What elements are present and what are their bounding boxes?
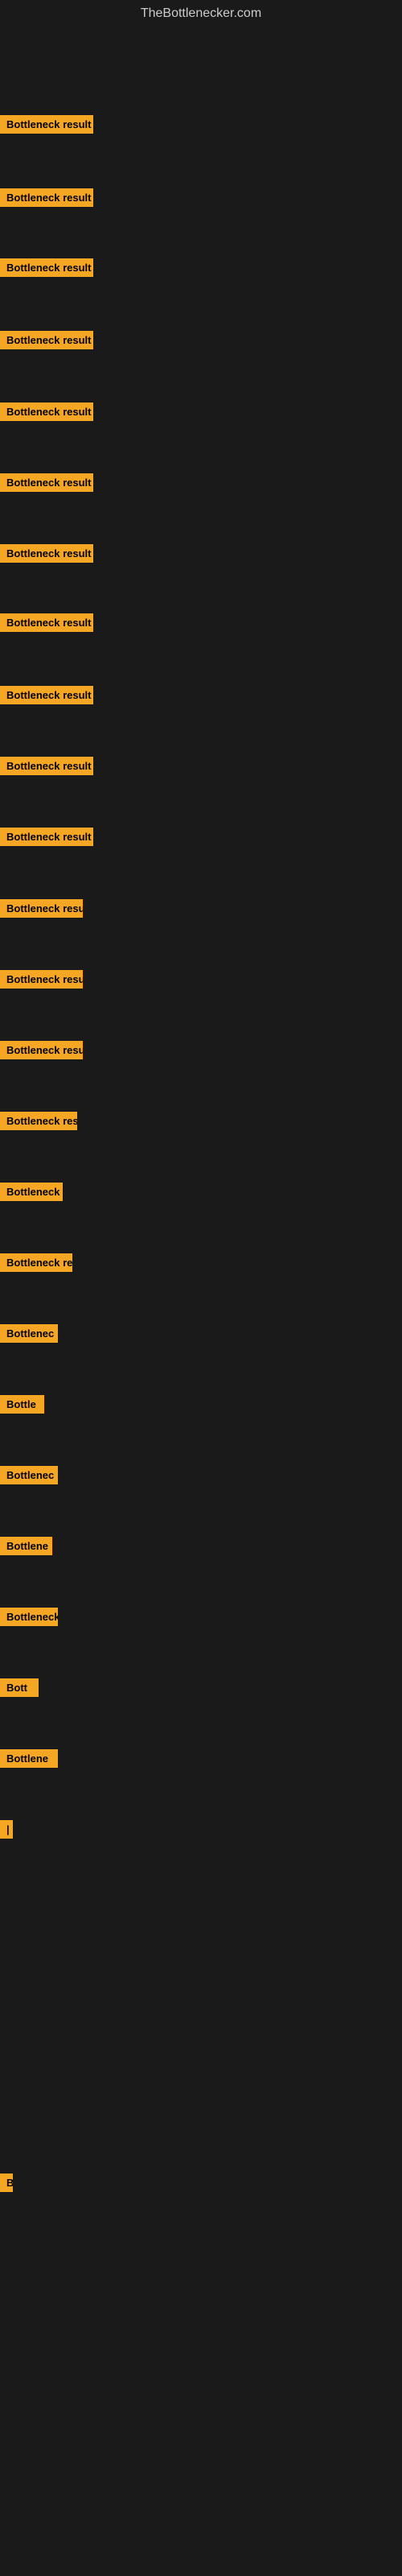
bottleneck-result-item[interactable]: Bottleneck result <box>0 686 93 704</box>
bottleneck-result-item[interactable]: Bottlene <box>0 1537 52 1555</box>
bottleneck-result-item[interactable]: Bottleneck result <box>0 899 83 918</box>
bottleneck-result-item[interactable]: Bottleneck result <box>0 970 83 989</box>
bottleneck-result-item[interactable]: Bottle <box>0 1395 44 1414</box>
bottleneck-result-item[interactable]: Bottleneck result <box>0 331 93 349</box>
bottleneck-result-item[interactable]: Bottleneck result <box>0 757 93 775</box>
site-title: TheBottlenecker.com <box>0 0 402 31</box>
bottleneck-result-item[interactable]: Bottleneck result <box>0 258 93 277</box>
bottleneck-result-item[interactable]: Bottleneck result <box>0 544 93 563</box>
bottleneck-result-item[interactable]: Bottleneck re <box>0 1253 72 1272</box>
bottleneck-result-item[interactable]: Bottlenec <box>0 1324 58 1343</box>
bottleneck-result-item[interactable]: | <box>0 1820 13 1839</box>
bottleneck-result-item[interactable]: Bottleneck result <box>0 1041 83 1059</box>
bottleneck-result-item[interactable]: Bottleneck resu <box>0 1112 77 1130</box>
bottleneck-result-item[interactable]: B <box>0 2174 13 2192</box>
bottleneck-result-item[interactable]: Bottleneck result <box>0 402 93 421</box>
bottleneck-result-item[interactable]: Bottleneck <box>0 1608 58 1626</box>
bottleneck-result-item[interactable]: Bottleneck result <box>0 188 93 207</box>
bottleneck-result-item[interactable]: Bottleneck result <box>0 613 93 632</box>
bottleneck-result-item[interactable]: Bottlene <box>0 1749 58 1768</box>
bottleneck-result-item[interactable]: Bottleneck result <box>0 473 93 492</box>
bottleneck-result-item[interactable]: Bott <box>0 1678 39 1697</box>
bottleneck-result-item[interactable]: Bottleneck result <box>0 828 93 846</box>
bottleneck-result-item[interactable]: Bottleneck <box>0 1183 63 1201</box>
bottleneck-result-item[interactable]: Bottleneck result <box>0 115 93 134</box>
bottleneck-result-item[interactable]: Bottlenec <box>0 1466 58 1484</box>
